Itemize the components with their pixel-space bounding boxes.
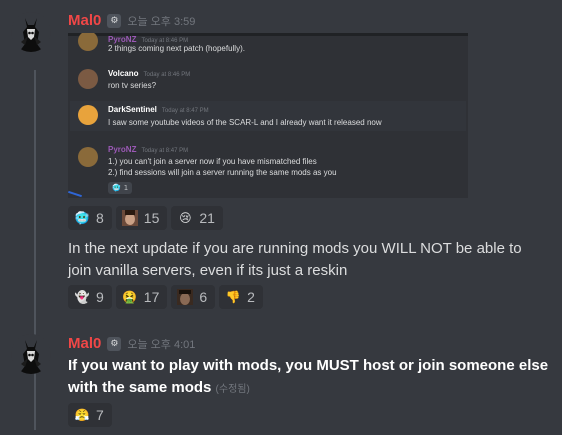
reaction-crying-face[interactable]: 😢 21 xyxy=(171,206,223,230)
embed-message: Volcano Today at 8:46 PM ron tv series? xyxy=(78,67,462,95)
embed-author: DarkSentinel Today at 8:47 PM xyxy=(108,105,209,114)
reaction-count: 7 xyxy=(96,407,104,423)
reaction-angry-face[interactable]: 😤 7 xyxy=(68,403,112,427)
embed-avatar-icon xyxy=(78,105,98,125)
embed-reaction-icon: 🥶 xyxy=(112,184,121,192)
reaction-count: 15 xyxy=(143,210,160,226)
reaction-custom-face[interactable]: 15 xyxy=(115,206,168,230)
user-avatar[interactable] xyxy=(11,334,51,374)
custom-man-icon xyxy=(177,289,194,305)
embed-text: 2 things coming next patch (hopefully). xyxy=(108,44,245,53)
reaction-bar: 😤 7 xyxy=(68,403,112,427)
reply-thread-line xyxy=(34,70,36,430)
screenshot-attachment[interactable]: PyroNZ Today at 8:46 PM 2 things coming n… xyxy=(68,33,468,198)
reaction-count: 21 xyxy=(199,210,215,226)
gear-tag-icon: ⚙ xyxy=(107,336,122,351)
reaction-bar: 🥶 8 15 😢 21 xyxy=(68,206,223,230)
username[interactable]: Mal0 xyxy=(68,335,101,352)
ghost-face-icon: 👻 xyxy=(74,290,90,304)
timestamp: 오늘 오후 4:01 xyxy=(127,338,196,351)
reaction-count: 8 xyxy=(96,210,104,226)
message-header: Mal0 ⚙ 오늘 오후 4:01 xyxy=(68,335,195,352)
reaction-count: 9 xyxy=(96,289,104,305)
reaction-cold-face[interactable]: 🥶 8 xyxy=(68,206,112,230)
crying-face-icon: 😢 xyxy=(179,211,192,225)
edited-label: (수정됨) xyxy=(215,384,250,395)
timestamp: 오늘 오후 3:59 xyxy=(127,15,196,28)
message-text: If you want to play with mods, you MUST … xyxy=(68,355,558,401)
message-line: with the same mods (수정됨) xyxy=(68,379,250,396)
embed-text: ron tv series? xyxy=(108,81,157,90)
reaction-ghost-face[interactable]: 👻 9 xyxy=(68,285,112,309)
embed-reaction: 🥶 1 xyxy=(108,182,133,194)
embed-message: DarkSentinel Today at 8:47 PM I saw some … xyxy=(78,103,462,131)
embed-message: PyroNZ Today at 8:46 PM 2 things coming n… xyxy=(78,33,462,59)
reaction-nauseated-face[interactable]: 🤮 17 xyxy=(115,285,168,309)
angry-face-icon: 😤 xyxy=(74,408,90,422)
embed-text: 1.) you can't join a server now if you h… xyxy=(108,157,317,166)
reaction-count: 6 xyxy=(199,289,208,305)
message-line: If you want to play with mods, you MUST … xyxy=(68,357,549,374)
reaction-custom-man[interactable]: 6 xyxy=(171,285,216,309)
thumbs-down-icon: 👎 xyxy=(225,290,241,304)
embed-text: 2.) find sessions will join a server run… xyxy=(108,168,337,177)
embed-avatar-icon xyxy=(78,147,98,167)
embed-avatar-icon xyxy=(78,69,98,89)
reaction-count: 17 xyxy=(143,289,160,305)
gear-tag-icon: ⚙ xyxy=(107,13,122,28)
reaction-count: 2 xyxy=(247,289,255,305)
username[interactable]: Mal0 xyxy=(68,12,101,29)
reaction-thumbs-down[interactable]: 👎 2 xyxy=(219,285,263,309)
cold-face-icon: 🥶 xyxy=(74,211,90,225)
embed-avatar-icon xyxy=(78,33,98,51)
message-header: Mal0 ⚙ 오늘 오후 3:59 xyxy=(68,12,195,29)
embed-message: PyroNZ Today at 8:47 PM 1.) you can't joi… xyxy=(78,145,462,197)
message-text: In the next update if you are running mo… xyxy=(68,240,522,279)
embed-text: I saw some youtube videos of the SCAR-L … xyxy=(108,118,382,127)
nauseated-face-icon: 🤮 xyxy=(122,290,138,304)
embed-author: PyroNZ Today at 8:47 PM xyxy=(108,145,189,154)
user-avatar[interactable] xyxy=(11,12,51,52)
embed-author: Volcano Today at 8:46 PM xyxy=(108,69,191,78)
custom-face-icon xyxy=(121,210,138,226)
reaction-bar: 👻 9 🤮 17 6 👎 2 xyxy=(68,285,263,309)
